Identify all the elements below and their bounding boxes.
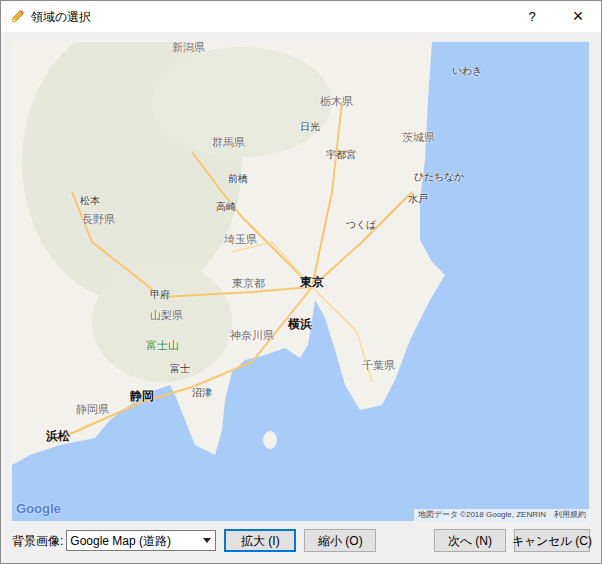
background-select[interactable]: Google Map (道路) [66,530,216,551]
dialog-button[interactable]: 次へ (N) [434,529,506,552]
map-place-label: つくば [346,220,376,230]
map-place-label: 沼津 [192,388,212,398]
map-place-label: 甲府 [150,290,170,300]
map-place-label: いわき [452,66,482,76]
map-place-label: 茨城県 [402,132,435,143]
map-view[interactable]: 新潟県いわき栃木県日光茨城県 群馬県宇都宮ひたちなか 前橋水戸高崎 松本長野県つくば埼… [12,42,590,521]
map-place-label: 栃木県 [320,96,353,107]
control-row: 背景画像:Google Map (道路) 拡大 (I) 縮小 (O) 次へ (N) キャ… [12,529,590,552]
map-place-label: 新潟県 [172,42,205,53]
close-button[interactable]: × [555,1,601,32]
map-place-label: 松本 [80,196,100,206]
terms-link[interactable]: 利用規約 [554,509,586,521]
map-place-label: 静岡県 [76,404,109,415]
map-place-label: 富士 [170,364,190,374]
map-place-label: 山梨県 [150,310,183,321]
map-attribution: 地図データ ©2018 Google, ZENRIN利用規約 [414,509,590,521]
map-place-label: 前橋 [228,174,248,184]
dialog-button[interactable]: キャンセル (C) [514,529,590,552]
map-place-label: 長野県 [82,214,115,225]
google-logo: Google [16,499,61,519]
map-place-label: 水戸 [408,194,428,204]
dialog-button[interactable]: 拡大 (I) [224,529,296,552]
map-place-label: 東京 [300,276,324,288]
title-bar: 領域の選択?× [1,1,601,32]
dialog-window: 領域の選択?× 新潟県いわき栃木県日光茨城県 群馬県宇都宮ひたちなか 前橋水戸高崎 松本… [0,0,602,564]
dropdown-arrow-icon [203,538,211,543]
dialog-body: 新潟県いわき栃木県日光茨城県 群馬県宇都宮ひたちなか 前橋水戸高崎 松本長野県つくば埼… [1,32,601,563]
map-place-label: 富士山 [146,340,179,351]
map-place-label: 日光 [300,122,320,132]
background-label: 背景画像: [12,532,63,550]
map-place-label: 神奈川県 [230,330,274,341]
dialog-button[interactable]: 縮小 (O) [304,529,376,552]
map-place-label: 東京都 [232,278,265,289]
map-place-label: 埼玉県 [224,234,257,245]
map-place-label: 群馬県 [212,137,245,148]
map-place-label: 静岡 [130,390,154,402]
map-place-label: 千葉県 [362,360,395,371]
map-place-label: 高崎 [216,202,236,212]
map-place-label: 横浜 [288,318,312,330]
help-button[interactable]: ? [509,1,555,32]
pencil-icon [9,9,25,25]
map-place-label: ひたちなか [414,172,464,182]
window-title: 領域の選択 [31,8,91,26]
map-place-label: 宇都宮 [326,150,356,160]
map-place-label: 浜松 [46,430,70,442]
